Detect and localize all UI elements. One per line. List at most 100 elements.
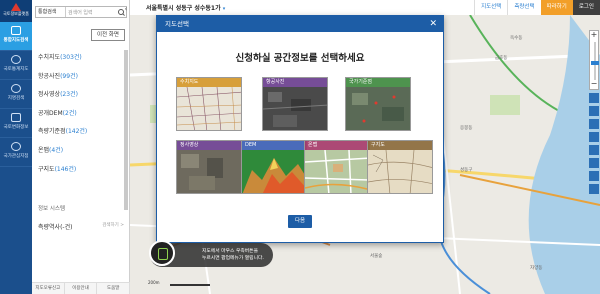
map-label: 금호동 — [495, 56, 508, 61]
close-icon[interactable]: ✕ — [429, 16, 437, 32]
rail-item-label: 통합지도검색 — [3, 38, 29, 43]
location-breadcrumb[interactable]: 서울특별시 성동구 성수동1가 ▾ — [146, 3, 225, 12]
category-name: 수치지도 — [38, 54, 61, 61]
platform-logo[interactable]: 국토정보플랫폼 — [0, 0, 32, 22]
category-name: 온맵 — [38, 146, 50, 154]
rail-item-interest-point[interactable]: 국가관심지점 — [0, 138, 32, 167]
category-name: 측량기준점 — [38, 128, 66, 136]
category-item[interactable]: 측량기준점(142건) — [38, 126, 124, 145]
save-icon[interactable] — [589, 158, 599, 168]
category-count: (99건) — [60, 72, 78, 80]
map-icon — [11, 26, 21, 35]
tile-label: 수치지도 — [177, 78, 241, 87]
tile-national-control-point[interactable]: 국가기준점 — [345, 77, 411, 131]
pin-icon — [11, 84, 21, 93]
dialog-header: 지도선택 ✕ — [157, 16, 443, 32]
tooltip-line: 누르시면 팝업메뉴가 열립니다. — [202, 255, 264, 261]
tile-old-map[interactable]: 구지도 — [367, 140, 433, 194]
tile-label: 구지도 — [368, 141, 432, 150]
tile-label: 국가기준점 — [346, 78, 410, 87]
zoom-in-icon[interactable]: + — [590, 31, 598, 40]
scale-bar: 200m — [148, 280, 228, 288]
map-label: 응봉동 — [460, 126, 473, 131]
category-count: (142건) — [65, 128, 88, 136]
error-report-link[interactable]: 지도오류신고 — [32, 283, 65, 294]
tile-digital-map[interactable]: 수치지도 — [176, 77, 242, 131]
zoom-control[interactable]: + − — [589, 30, 599, 90]
rail-item-statistics-map[interactable]: 국토통계지도 — [0, 51, 32, 80]
rail-item-map-search[interactable]: 통합지도검색 — [0, 22, 32, 51]
category-item[interactable]: 구지도(146건) — [38, 164, 124, 183]
zoom-out-icon[interactable]: − — [590, 80, 598, 89]
pie-chart-icon — [11, 55, 21, 64]
category-item[interactable]: 공개DEM(2건) — [38, 108, 124, 127]
survey-select-button[interactable]: 측량선택 — [507, 0, 541, 15]
tooltip-line: 지도에서 마우스 우측버튼을 — [202, 249, 259, 254]
map-label: 옥수동 — [510, 36, 523, 41]
category-count: (146건) — [54, 165, 77, 173]
category-count: (23건) — [60, 91, 78, 99]
map-label: 서울숲 — [370, 254, 383, 259]
map-select-button[interactable]: 지도선택 — [474, 0, 508, 15]
change-icon — [11, 113, 21, 122]
rail-item-change-info[interactable]: 국토변화정보 — [0, 109, 32, 138]
search-bar: 통합검색 검색어 입력 — [35, 6, 127, 18]
dialog-title: 지도선택 — [165, 20, 189, 28]
rail-item-label: 국토통계지도 — [3, 67, 29, 72]
tile-label: 항공사진 — [263, 78, 327, 87]
dem-thumbnail — [242, 150, 306, 193]
follow-along-button[interactable]: 따라하기 — [540, 0, 573, 15]
rail-item-label: 지명검색 — [7, 96, 25, 101]
old-map-thumbnail — [368, 150, 432, 193]
survey-history-item[interactable]: 측량역사(-건) 검색하기 > — [38, 222, 124, 231]
tile-label: DEM — [242, 141, 306, 150]
target-icon — [11, 142, 21, 151]
tile-aerial-photo[interactable]: 항공사진 — [262, 77, 328, 131]
category-item[interactable]: 수치지도(303건) — [38, 52, 124, 71]
rail-item-label: 국토변화정보 — [3, 125, 29, 130]
map-select-dialog: 지도선택 ✕ 신청하실 공간정보를 선택하세요 수치지도 항공사진 국가기준점 … — [156, 15, 444, 243]
tile-ortho-image[interactable]: 정사영상 — [176, 140, 242, 194]
category-name: 공개DEM — [38, 109, 63, 117]
print-icon[interactable] — [589, 145, 599, 155]
help-link[interactable]: 도움말 — [97, 283, 131, 294]
settings-icon[interactable] — [589, 171, 599, 181]
category-name: 항공사진 — [38, 72, 61, 80]
category-item[interactable]: 정사영상(23건) — [38, 89, 124, 108]
search-more-link[interactable]: 검색하기 > — [102, 222, 124, 228]
top-bar: 서울특별시 성동구 성수동1가 ▾ 지도선택 측량선택 따라하기 로그인 — [130, 0, 600, 15]
digital-map-thumbnail — [177, 87, 241, 130]
category-count: (4건) — [49, 146, 64, 154]
panel-collapse-icon[interactable]: ‹ — [122, 5, 130, 15]
rail-item-place-search[interactable]: 지명검색 — [0, 80, 32, 109]
rail-item-label: 국가관심지점 — [3, 154, 29, 159]
mouse-icon — [149, 240, 175, 266]
category-item[interactable]: 온맵(4건) — [38, 145, 124, 164]
prev-screen-button[interactable]: 이전 화면 — [91, 29, 125, 41]
reset-icon[interactable] — [589, 184, 599, 194]
area-icon[interactable] — [589, 119, 599, 129]
tile-label: 정사영상 — [177, 141, 241, 150]
tile-dem[interactable]: DEM — [241, 140, 307, 194]
tile-onmap[interactable]: 온맵 — [304, 140, 370, 194]
logo-mark-icon — [11, 3, 21, 11]
full-extent-icon[interactable] — [589, 93, 599, 103]
logo-label: 국토정보플랫폼 — [3, 11, 29, 16]
category-item[interactable]: 항공사진(99건) — [38, 71, 124, 90]
next-button[interactable]: 다음 — [288, 215, 312, 228]
zoom-thumb[interactable] — [591, 61, 599, 65]
ortho-image-thumbnail — [177, 150, 241, 193]
measure-icon[interactable] — [589, 106, 599, 116]
layers-icon[interactable] — [589, 132, 599, 142]
category-name: 정사영상 — [38, 91, 61, 99]
search-scope-select[interactable]: 통합검색 — [36, 7, 66, 17]
search-input[interactable]: 검색어 입력 — [66, 9, 117, 16]
location-text: 서울특별시 성동구 성수동1가 — [146, 5, 221, 12]
login-button[interactable]: 로그인 — [572, 0, 600, 15]
map-label: 자양동 — [530, 266, 543, 271]
onmap-thumbnail — [305, 150, 369, 193]
panel-scrollbar[interactable] — [124, 50, 128, 210]
nav-rail: 국토정보플랫폼 통합지도검색 국토통계지도 지명검색 국토변화정보 국가관심지점 — [0, 0, 32, 294]
info-section-title: 정보 시스템 — [38, 206, 66, 212]
usage-guide-link[interactable]: 이용안내 — [65, 283, 98, 294]
